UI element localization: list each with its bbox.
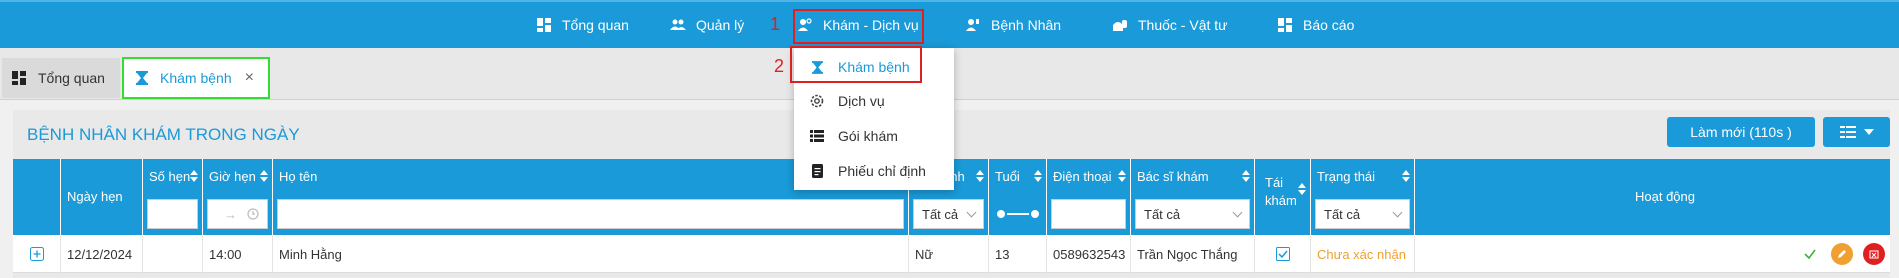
filter-gender-select[interactable]: Tất cả: [913, 199, 984, 229]
column-header-phone[interactable]: Điện thoại: [1047, 159, 1131, 235]
cell-status: Chưa xác nhận: [1311, 235, 1415, 273]
top-navbar: Tổng quan Quản lý Khám - Dịch vụ Bệnh Nh…: [0, 0, 1899, 48]
dropdown-item-prescription[interactable]: Phiếu chỉ định: [794, 154, 954, 188]
filter-time-range-input[interactable]: →: [207, 199, 268, 229]
column-header-appointment-date[interactable]: Ngày hẹn: [61, 159, 143, 235]
sort-icon[interactable]: [976, 170, 984, 182]
dashboard-icon: [12, 71, 26, 85]
column-header-actions: Hoạt động: [1635, 189, 1695, 204]
plus-icon: [29, 247, 44, 261]
caret-down-icon: [1863, 129, 1874, 135]
cell-gender: Nữ: [909, 235, 989, 273]
nav-item-patients[interactable]: Bệnh Nhân: [965, 14, 1061, 36]
column-header-appointment-number[interactable]: Số hẹn: [143, 159, 203, 235]
close-tab-icon[interactable]: ×: [245, 69, 254, 87]
annotation-number-1: 1: [770, 14, 781, 34]
dropdown-item-packages[interactable]: Gói khám: [794, 119, 954, 153]
edit-icon[interactable]: [1831, 243, 1853, 265]
document-icon: [810, 164, 824, 178]
table-row[interactable]: 12/12/2024 14:00 Minh Hằng Nữ 13 0589632…: [13, 235, 1890, 273]
cell-full-name: Minh Hằng: [273, 235, 909, 273]
column-header-doctor[interactable]: Bác sĩ khám Tất cả: [1131, 159, 1255, 235]
column-header-re-exam[interactable]: Tái khám: [1255, 159, 1311, 235]
expand-column-header: [13, 159, 61, 235]
refresh-button[interactable]: Làm mới (110s ): [1667, 117, 1815, 147]
sort-icon[interactable]: [190, 170, 198, 182]
highlight-box-kham-benh: [790, 46, 922, 83]
nav-item-management[interactable]: Quản lý: [670, 14, 744, 36]
cell-actions: [1415, 235, 1890, 273]
re-exam-checkbox[interactable]: [1275, 247, 1290, 261]
users-icon: [670, 17, 686, 33]
cell-re-exam: [1255, 235, 1311, 273]
slider-handle-min[interactable]: [995, 208, 1007, 220]
sort-icon[interactable]: [1242, 170, 1250, 182]
sort-icon[interactable]: [1402, 170, 1410, 182]
nav-item-reports[interactable]: Báo cáo: [1277, 14, 1354, 36]
gear-icon: [810, 94, 824, 108]
nav-item-overview[interactable]: Tổng quan: [536, 14, 629, 36]
sort-icon[interactable]: [260, 170, 268, 182]
tab-kham-benh[interactable]: Khám bệnh ×: [122, 57, 270, 99]
clock-icon: [247, 208, 259, 220]
cell-phone: 0589632543: [1047, 235, 1131, 273]
cell-appointment-number: [143, 235, 203, 273]
column-header-appointment-time[interactable]: Giờ hẹn →: [203, 159, 273, 235]
confirm-icon[interactable]: [1803, 247, 1817, 261]
column-chooser-button[interactable]: [1823, 117, 1890, 147]
annotation-number-2: 2: [774, 56, 785, 76]
slider-handle-max[interactable]: [1029, 208, 1041, 220]
cell-appointment-date: 12/12/2024: [61, 235, 143, 273]
nav-item-medicine[interactable]: Thuốc - Vật tư: [1112, 14, 1228, 36]
list-icon: [810, 129, 824, 143]
list-icon: [1839, 126, 1856, 138]
tab-overview[interactable]: Tổng quan: [2, 58, 120, 98]
filter-appointment-number-input[interactable]: [147, 199, 198, 229]
cell-doctor: Trần Ngọc Thắng: [1131, 235, 1255, 273]
filter-doctor-select[interactable]: Tất cả: [1135, 199, 1250, 229]
filter-full-name-input[interactable]: [277, 199, 904, 229]
expand-row-button[interactable]: [13, 235, 61, 273]
panel-title: BỆNH NHÂN KHÁM TRONG NGÀY: [27, 125, 300, 144]
patient-icon: [965, 17, 981, 33]
medicine-icon: [1112, 17, 1128, 33]
cell-appointment-time: 14:00: [203, 235, 273, 273]
dashboard-icon: [536, 17, 552, 33]
cell-age: 13: [989, 235, 1047, 273]
column-header-age[interactable]: Tuổi: [989, 159, 1047, 235]
report-icon: [1277, 17, 1293, 33]
sort-icon[interactable]: [1298, 183, 1306, 195]
column-header-status[interactable]: Trạng thái Tất cả: [1311, 159, 1415, 235]
sort-icon[interactable]: [1118, 170, 1126, 182]
filter-phone-input[interactable]: [1051, 199, 1126, 229]
sort-icon[interactable]: [1034, 170, 1042, 182]
delete-icon[interactable]: [1863, 243, 1885, 265]
hourglass-icon: [136, 71, 148, 85]
filter-status-select[interactable]: Tất cả: [1315, 199, 1410, 229]
dropdown-item-services[interactable]: Dịch vụ: [794, 84, 954, 118]
highlight-box-exam-services: [793, 9, 924, 44]
age-range-slider[interactable]: [995, 207, 1041, 221]
